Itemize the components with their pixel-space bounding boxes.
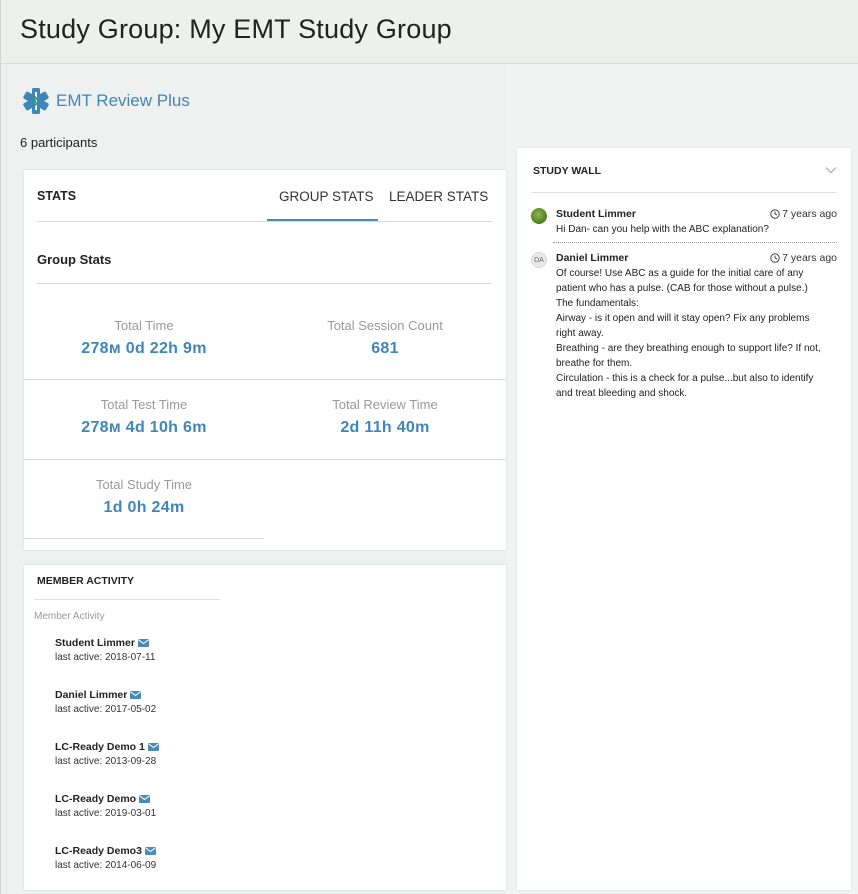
- post-body: Of course! Use ABC as a guide for the in…: [556, 266, 837, 401]
- divider: [34, 599, 220, 600]
- stat-total-study-time: Total Study Time 1d 0h 24m: [24, 477, 264, 517]
- study-wall-panel: STUDY WALL Student Limmer 7 years ago Hi…: [517, 148, 851, 890]
- member-activity-heading: MEMBER ACTIVITY: [37, 575, 135, 587]
- member-item: LC-Ready Demo 1 last active: 2013-09-28: [55, 741, 159, 767]
- avatar: [531, 208, 547, 224]
- divider: [24, 379, 506, 380]
- mail-icon[interactable]: [144, 847, 156, 855]
- post-author: Daniel Limmer: [556, 252, 629, 264]
- page-title: Study Group: My EMT Study Group: [20, 14, 452, 44]
- divider: [24, 459, 506, 460]
- stat-value: 278м 4d 10h 6m: [81, 419, 207, 436]
- member-item: Daniel Limmer last active: 2017-05-02: [55, 689, 156, 715]
- post-line: Of course! Use ABC as a guide for the in…: [556, 268, 804, 279]
- avatar: DA: [531, 252, 547, 268]
- member-last-active: last active: 2017-05-02: [55, 704, 157, 715]
- post-line: Airway - is it open and will it stay ope…: [556, 313, 810, 324]
- post-body: Hi Dan- can you help with the ABC explan…: [556, 222, 837, 237]
- stat-total-review-time: Total Review Time 2d 11h 40m: [265, 397, 505, 437]
- study-wall-heading: STUDY WALL: [533, 165, 602, 177]
- clock-icon: [770, 253, 780, 263]
- wall-post: DA Daniel Limmer 7 years ago Of course! …: [531, 252, 837, 401]
- stat-value: 278м 0d 22h 9m: [81, 340, 207, 357]
- post-line: and treat bleeding and shock.: [556, 388, 688, 399]
- stat-label: Total Time: [114, 318, 174, 333]
- mail-icon[interactable]: [147, 743, 159, 751]
- member-name[interactable]: LC-Ready Demo: [55, 793, 136, 805]
- divider: [531, 192, 837, 193]
- divider: [37, 221, 492, 222]
- member-last-active: last active: 2019-03-01: [55, 808, 157, 819]
- chevron-down-icon[interactable]: [825, 166, 837, 174]
- wall-post: Student Limmer 7 years ago Hi Dan- can y…: [531, 208, 837, 237]
- member-name[interactable]: Daniel Limmer: [55, 689, 127, 701]
- participants-count: 6 participants: [20, 135, 98, 150]
- member-item: LC-Ready Demo3 last active: 2014-06-09: [55, 845, 156, 871]
- member-activity-panel: MEMBER ACTIVITY Member Activity Student …: [24, 565, 506, 890]
- post-time: 7 years ago: [782, 252, 837, 264]
- mail-icon[interactable]: [139, 795, 151, 803]
- post-line: patient who has a pulse. (CAB for those …: [556, 283, 808, 294]
- post-line: Breathing - are they breathing enough to…: [556, 343, 821, 354]
- star-of-life-icon: [23, 88, 49, 114]
- member-last-active: last active: 2018-07-11: [55, 652, 156, 663]
- group-stats-title: Group Stats: [37, 252, 112, 267]
- post-line: Hi Dan- can you help with the ABC explan…: [556, 224, 769, 235]
- member-item: LC-Ready Demo last active: 2019-03-01: [55, 793, 156, 819]
- divider: [24, 538, 264, 539]
- stats-heading: STATS: [37, 189, 77, 203]
- member-activity-subheading: Member Activity: [34, 611, 105, 622]
- post-divider: [553, 242, 837, 243]
- course-row: EMT Review Plus: [20, 86, 190, 116]
- mail-icon[interactable]: [137, 639, 149, 647]
- stat-total-test-time: Total Test Time 278м 4d 10h 6m: [24, 397, 264, 437]
- stat-label: Total Study Time: [95, 477, 193, 492]
- post-time: 7 years ago: [782, 208, 837, 220]
- stat-value: 1d 0h 24m: [103, 499, 185, 516]
- post-line: The fundamentals:: [556, 298, 639, 309]
- stat-value: 2d 11h 40m: [340, 419, 430, 436]
- stat-label: Total Session Count: [327, 318, 443, 333]
- divider: [37, 283, 492, 284]
- stats-panel: STATS GROUP STATS LEADER STATS Group Sta…: [24, 170, 506, 550]
- clock-icon: [770, 209, 780, 219]
- mail-icon[interactable]: [130, 691, 142, 699]
- post-line: right away.: [556, 328, 604, 339]
- stat-label: Total Review Time: [332, 397, 438, 412]
- stat-label: Total Test Time: [100, 397, 188, 412]
- page-header: Study Group: My EMT Study Group: [1, 0, 858, 64]
- post-line: breathe for them.: [556, 358, 633, 369]
- post-line: Circulation - this is a check for a puls…: [556, 373, 814, 384]
- post-author: Student Limmer: [556, 208, 636, 220]
- course-link[interactable]: EMT Review Plus: [56, 91, 190, 111]
- member-name[interactable]: LC-Ready Demo 1: [55, 741, 145, 753]
- tab-leader-stats[interactable]: LEADER STATS: [389, 189, 488, 204]
- stat-total-session-count: Total Session Count 681: [265, 318, 505, 358]
- member-last-active: last active: 2014-06-09: [55, 860, 157, 871]
- member-item: Student Limmer last active: 2018-07-11: [55, 637, 155, 663]
- tab-group-stats[interactable]: GROUP STATS: [279, 189, 374, 204]
- stat-total-time: Total Time 278м 0d 22h 9m: [24, 318, 264, 358]
- stat-value: 681: [371, 340, 399, 357]
- member-name[interactable]: LC-Ready Demo3: [55, 845, 142, 857]
- member-last-active: last active: 2013-09-28: [55, 756, 157, 767]
- member-name[interactable]: Student Limmer: [55, 637, 135, 649]
